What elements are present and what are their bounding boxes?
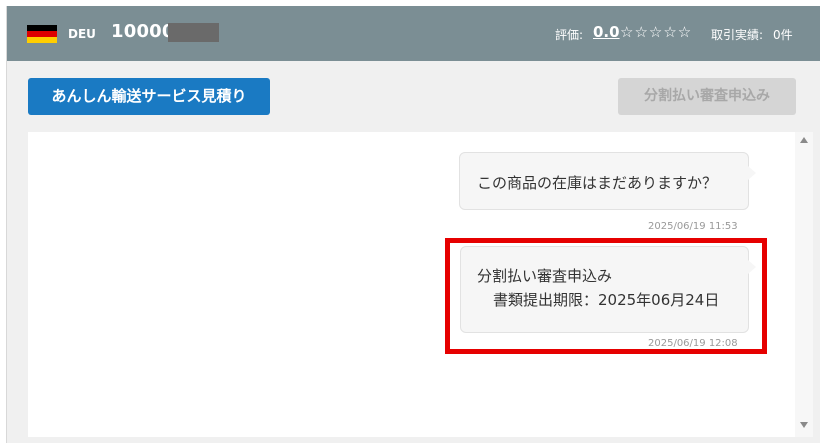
- highlight-box: [445, 238, 767, 354]
- rating-stars-icon: ☆☆☆☆☆: [620, 23, 693, 41]
- installment-review-button: 分割払い審査申込み: [618, 78, 796, 115]
- redacted-id-mask: [168, 23, 219, 42]
- message-timestamp: 2025/06/19 11:53: [648, 221, 738, 232]
- message-thread[interactable]: この商品の在庫はまだありますか？ 2025/06/19 11:53 分割払い審査…: [28, 132, 813, 437]
- scroll-down-icon[interactable]: [800, 422, 808, 428]
- message-bubble: この商品の在庫はまだありますか？: [459, 152, 756, 210]
- chat-scrollbar[interactable]: [795, 132, 813, 437]
- country-code: DEU: [68, 27, 96, 41]
- shipping-estimate-button[interactable]: あんしん輸送サービス見積り: [28, 78, 270, 115]
- transactions-label: 取引実績:: [711, 28, 764, 42]
- rating-label: 評価:: [555, 28, 584, 42]
- rating-value-link[interactable]: 0.0: [593, 23, 620, 41]
- user-id: 10000: [111, 21, 175, 42]
- transactions-count: 0件: [773, 28, 793, 42]
- message-text: この商品の在庫はまだありますか？: [477, 174, 718, 192]
- transaction-panel: DEU 10000 評価: 0.0 ☆☆☆☆☆ 取引実績: 0件 あんしん輸送サ…: [6, 6, 820, 443]
- seller-header: DEU 10000 評価: 0.0 ☆☆☆☆☆ 取引実績: 0件: [7, 6, 820, 61]
- germany-flag-icon: [27, 25, 57, 43]
- scroll-up-icon[interactable]: [800, 137, 808, 143]
